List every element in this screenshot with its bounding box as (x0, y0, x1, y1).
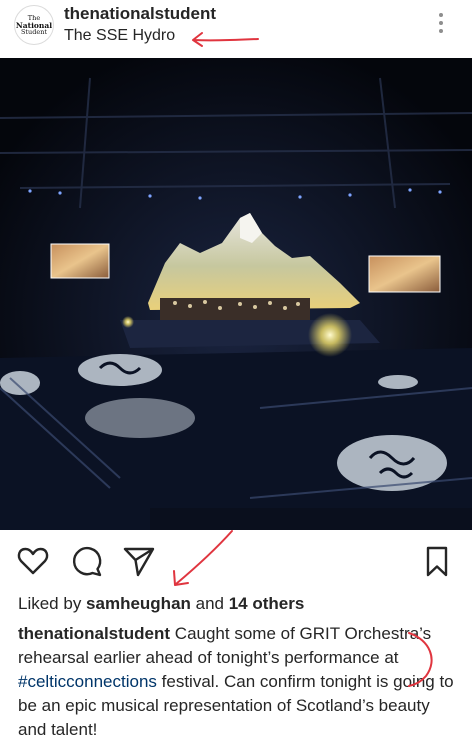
likes-others[interactable]: 14 others (229, 594, 305, 613)
likes-summary[interactable]: Liked by samheughan and 14 others (18, 594, 304, 614)
avatar-logo-line3: Student (20, 27, 48, 36)
send-icon[interactable] (122, 544, 156, 578)
post-username[interactable]: thenationalstudent (64, 4, 216, 24)
post-header: The National Student thenationalstudent … (0, 0, 472, 56)
more-vertical-icon[interactable] (438, 13, 444, 37)
caption-username[interactable]: thenationalstudent (18, 624, 170, 643)
action-bar (0, 538, 472, 584)
caption-hashtag[interactable]: #celticconnections (18, 672, 157, 691)
post-photo[interactable] (0, 58, 472, 530)
bookmark-icon[interactable] (420, 544, 454, 578)
avatar[interactable]: The National Student (14, 5, 54, 45)
comment-icon[interactable] (70, 544, 104, 578)
avatar-logo: The National Student (16, 14, 52, 36)
concert-stage-image (0, 58, 472, 530)
post-location[interactable]: The SSE Hydro (64, 27, 175, 45)
heart-icon[interactable] (16, 544, 50, 578)
likes-user[interactable]: samheughan (86, 594, 191, 613)
post-caption: thenationalstudent Caught some of GRIT O… (18, 622, 458, 742)
likes-middle: and (190, 594, 229, 613)
likes-prefix: Liked by (18, 594, 87, 613)
